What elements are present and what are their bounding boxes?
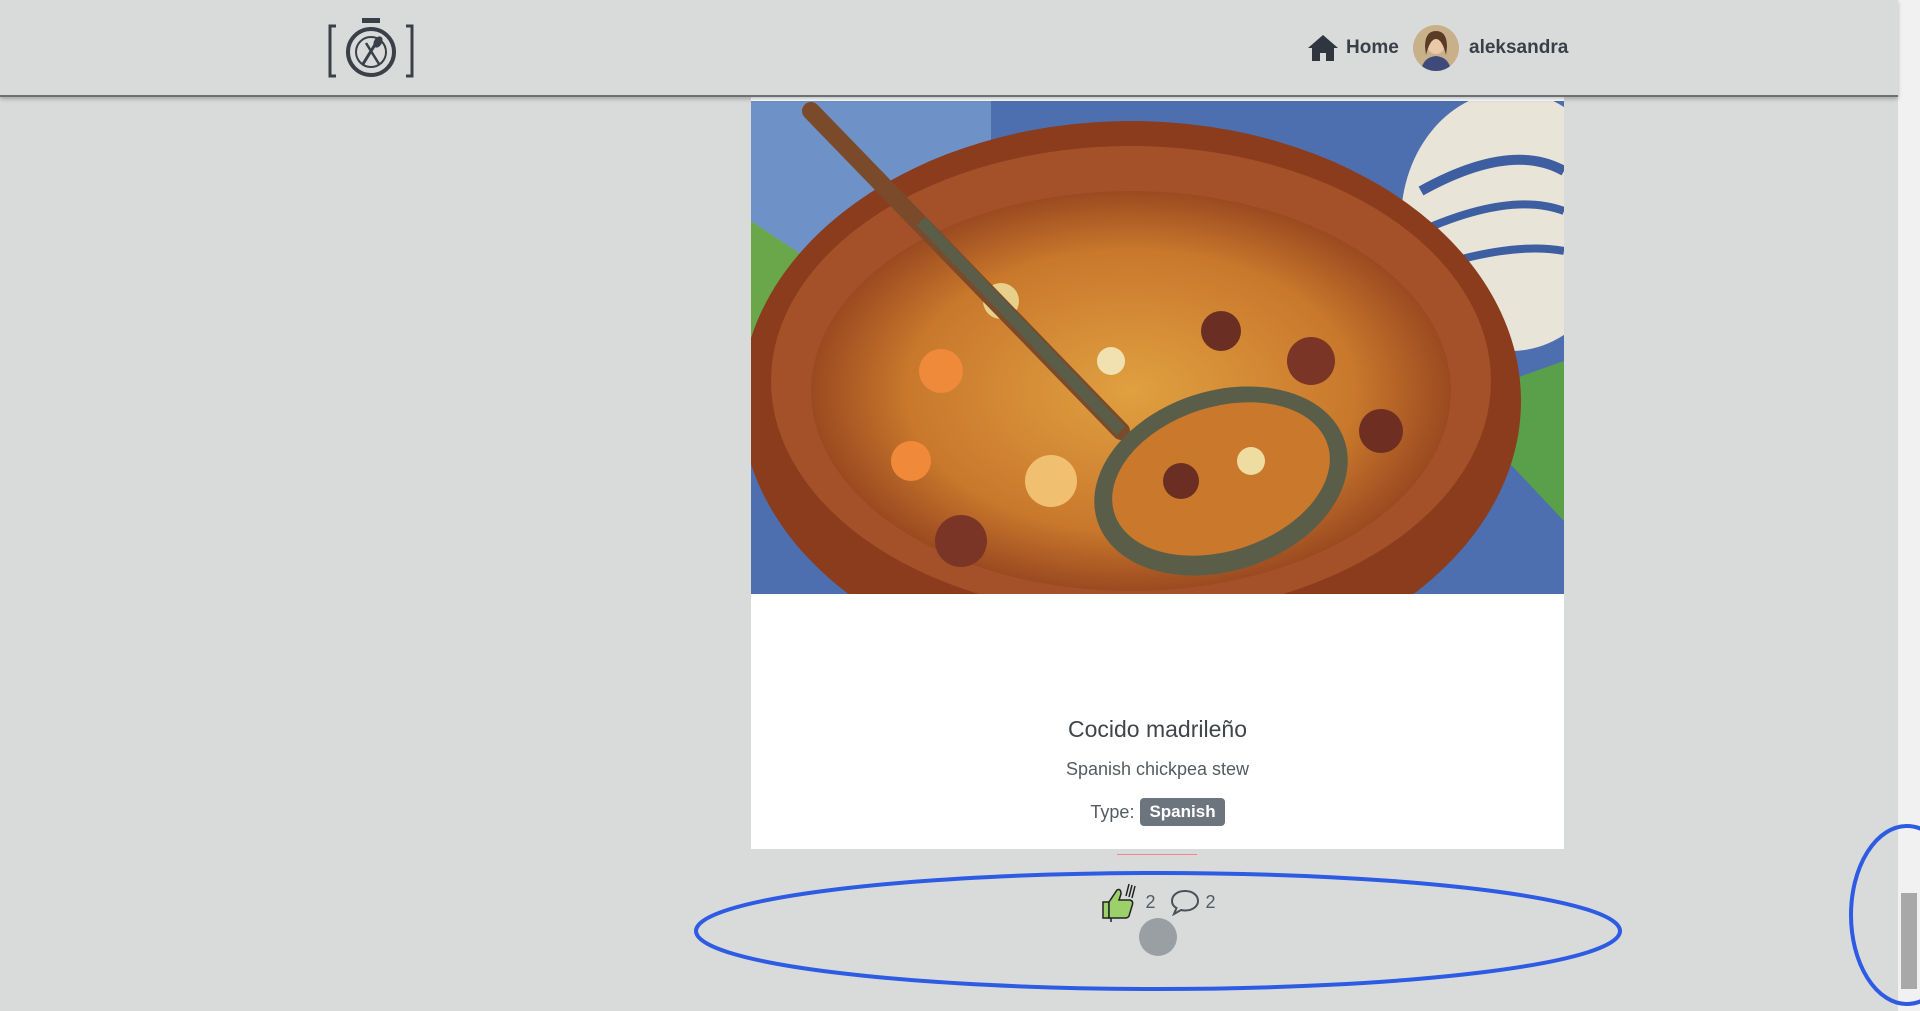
home-label: Home xyxy=(1346,37,1399,58)
user-menu[interactable]: aleksandra xyxy=(1413,25,1568,71)
recipe-title[interactable]: Cocido madrileño xyxy=(751,716,1564,743)
home-link[interactable]: Home xyxy=(1306,30,1399,66)
thumbs-up-fork-icon xyxy=(1102,883,1137,922)
type-badge[interactable]: Spanish xyxy=(1140,798,1225,826)
recipe-type-row: Type: Spanish xyxy=(751,798,1564,826)
comments-button[interactable]: 2 xyxy=(1170,888,1216,916)
recipe-image[interactable] xyxy=(751,101,1564,594)
recipe-card-body: Cocido madrileño Spanish chickpea stew T… xyxy=(751,594,1564,922)
like-count: 2 xyxy=(1145,891,1156,912)
recipe-stats: 2 2 xyxy=(751,882,1564,922)
recipe-subtitle: Spanish chickpea stew xyxy=(1065,759,1250,779)
loading-spinner xyxy=(1139,918,1177,956)
logo[interactable] xyxy=(326,16,416,80)
scrollbar-thumb[interactable] xyxy=(1901,893,1917,989)
page: Home aleksandra Cocido madrileño Spanish… xyxy=(0,0,1920,1011)
type-label: Type: xyxy=(1090,801,1135,822)
recipe-card: Cocido madrileño Spanish chickpea stew T… xyxy=(751,97,1564,922)
speech-bubble-icon xyxy=(1170,889,1199,916)
avatar xyxy=(1413,25,1459,71)
vertical-scrollbar[interactable] xyxy=(1898,0,1920,1011)
divider xyxy=(1117,854,1197,855)
camera-plate-logo-icon xyxy=(328,18,414,78)
user-name: aleksandra xyxy=(1469,37,1569,58)
home-icon xyxy=(1308,35,1338,61)
comment-count: 2 xyxy=(1205,891,1216,912)
like-button[interactable]: 2 xyxy=(1099,882,1156,922)
navbar: Home aleksandra xyxy=(0,0,1898,97)
